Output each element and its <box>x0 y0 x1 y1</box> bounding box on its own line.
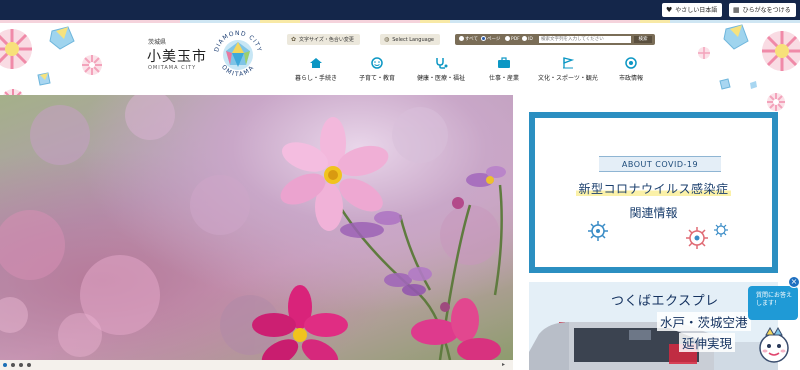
virus-icon <box>686 227 708 249</box>
covid-title-line2: 関連情報 <box>629 206 678 220</box>
slide-dot[interactable] <box>19 363 23 367</box>
furigana-button[interactable]: ▦ ひらがなをつける <box>729 3 796 17</box>
mascot-icon[interactable] <box>756 326 792 368</box>
virus-icon <box>588 221 608 241</box>
prefecture-name: 茨城県 <box>148 39 167 46</box>
house-icon <box>310 58 322 68</box>
furigana-label: ひらがなをつける <box>742 7 791 14</box>
nav-work-industry[interactable]: 仕事・産業 <box>484 57 524 82</box>
tsukuba-express-banner[interactable]: つくばエクスプレ 水戸・茨城空港 延伸実現 <box>529 282 778 370</box>
easy-japanese-button[interactable]: ♥ やさしい日本語 <box>662 3 723 17</box>
search-input[interactable] <box>539 36 631 43</box>
chatbot-widget[interactable]: 質問にお答えします！ <box>748 286 798 320</box>
nav-label: 文化・スポーツ・観光 <box>538 75 598 82</box>
stethoscope-icon <box>436 58 448 69</box>
slide-dot[interactable] <box>3 363 7 367</box>
tx-banner-line2: 水戸・茨城空港 <box>657 312 751 331</box>
font-size-color-button[interactable]: ✿ 文字サイズ・色合い変更 <box>287 34 360 45</box>
child-icon <box>371 57 383 69</box>
nav-label: 健康・医療・福祉 <box>416 75 465 82</box>
virus-icon <box>714 223 728 237</box>
city-emblem-logo[interactable]: DIAMOND CITY OMITAMA <box>210 27 266 83</box>
select-language-button[interactable]: ◍ Select Language <box>380 34 440 45</box>
nav-label: 市政情報 <box>618 75 643 82</box>
slideshow-controls: ▸ <box>0 360 513 370</box>
slide-dot[interactable] <box>11 363 15 367</box>
nav-culture-sports-tourism[interactable]: 文化・スポーツ・観光 <box>534 57 602 82</box>
easy-japanese-label: やさしい日本語 <box>675 7 718 14</box>
slide-dot[interactable] <box>27 363 31 367</box>
next-slide-arrow[interactable]: ▸ <box>502 361 505 368</box>
city-romaji: OMITAMA CITY <box>148 65 197 71</box>
cosmos-flowers-photo <box>0 95 506 360</box>
nav-childcare-education[interactable]: 子育て・教育 <box>355 57 399 82</box>
flag-icon <box>563 57 575 69</box>
nav-label: 仕事・産業 <box>488 75 519 82</box>
city-info-icon <box>625 57 637 69</box>
nav-living-procedures[interactable]: 暮らし・手続き <box>294 57 338 82</box>
page-root: ♥ やさしい日本語 ▦ ひらがなをつける 茨城県 小美玉市 OMITAMA CI… <box>0 0 800 370</box>
nav-health-medical-welfare[interactable]: 健康・医療・福祉 <box>414 57 468 82</box>
covid-title-line1: 新型コロナウイルス感染症 <box>576 182 731 196</box>
chatbot-text: 質問にお答えします！ <box>756 292 793 307</box>
briefcase-icon <box>498 57 510 68</box>
nav-label: 子育て・教育 <box>358 75 395 82</box>
covid-banner-inner: ABOUT COVID-19 新型コロナウイルス感染症 関連情報 <box>535 118 772 267</box>
chatbot-close-icon[interactable]: × <box>788 276 800 288</box>
font-size-label: 文字サイズ・色合い変更 <box>299 37 354 43</box>
select-language-label: Select Language <box>392 37 434 43</box>
top-utility-bar: ♥ やさしい日本語 ▦ ひらがなをつける <box>0 0 800 20</box>
covid-info-banner[interactable]: ABOUT COVID-19 新型コロナウイルス感染症 関連情報 <box>529 112 778 273</box>
tx-banner-line3: 延伸実現 <box>679 333 736 352</box>
globe-icon: ◍ <box>384 36 390 43</box>
tx-banner-line1: つくばエクスプレ <box>611 294 719 309</box>
furigana-icon: ▦ <box>733 6 740 14</box>
nav-label: 暮らし・手続き <box>294 75 337 82</box>
decoration-left <box>0 26 102 86</box>
search-option-pdf[interactable]: PDF <box>505 36 520 43</box>
search-option-all[interactable]: すべて <box>459 36 478 43</box>
search-button[interactable]: 検索 <box>634 36 652 43</box>
covid-tag: ABOUT COVID-19 <box>599 156 721 172</box>
search-option-page[interactable]: ページ <box>481 36 500 43</box>
decoration-flower <box>767 93 785 111</box>
hero-slideshow-image[interactable] <box>0 95 513 360</box>
decoration-right <box>698 24 800 90</box>
site-search-bar: すべて ページ PDF ID 検索 <box>455 34 655 45</box>
heart-icon: ♥ <box>666 6 673 14</box>
site-header: 茨城県 小美玉市 OMITAMA CITY DIAMOND CITY OMITA… <box>0 23 800 95</box>
gear-icon: ✿ <box>291 36 297 43</box>
nav-city-administration[interactable]: 市政情報 <box>614 57 648 82</box>
city-name[interactable]: 小美玉市 <box>147 46 207 66</box>
search-option-id[interactable]: ID <box>522 36 533 43</box>
